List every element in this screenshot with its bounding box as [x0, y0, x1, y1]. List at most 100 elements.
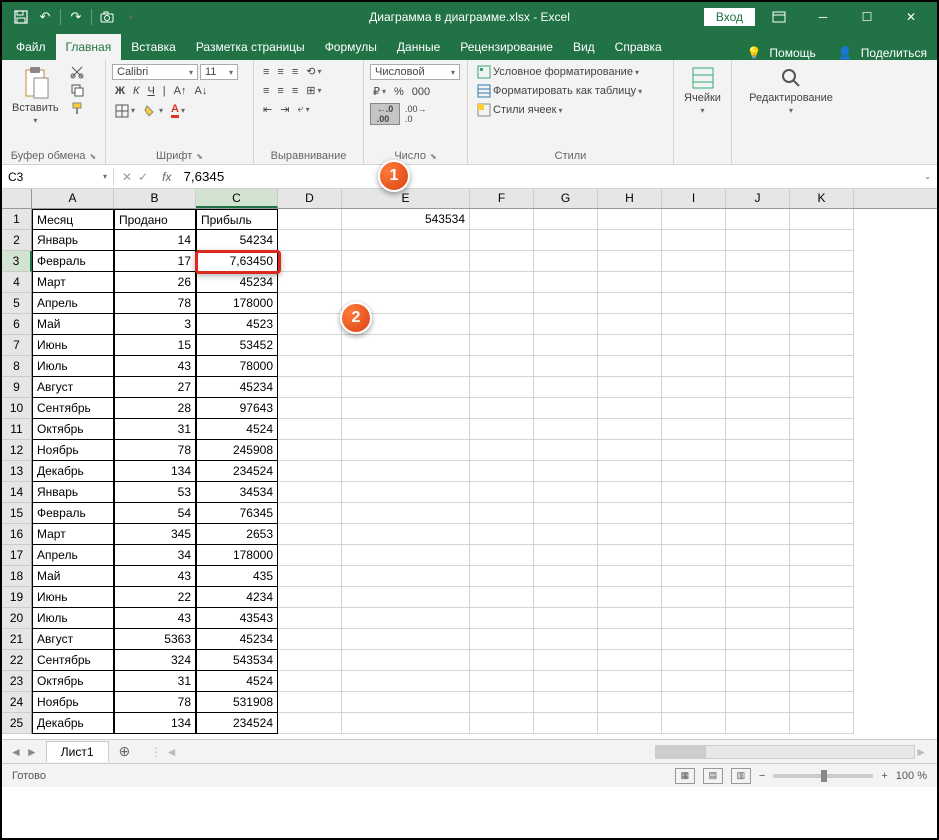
- col-header[interactable]: H: [598, 189, 662, 208]
- row-header[interactable]: 7: [2, 335, 32, 356]
- spreadsheet-grid[interactable]: A B C D E F G H I J K 123456789101112131…: [2, 189, 937, 739]
- zoom-level[interactable]: 100 %: [896, 770, 927, 782]
- cell[interactable]: [598, 314, 662, 335]
- name-box[interactable]: C3▾: [2, 168, 114, 186]
- cell[interactable]: [534, 398, 598, 419]
- save-icon[interactable]: [12, 8, 30, 26]
- cell[interactable]: [726, 482, 790, 503]
- cell[interactable]: [534, 629, 598, 650]
- cell[interactable]: [790, 524, 854, 545]
- cell[interactable]: [278, 503, 342, 524]
- tab-review[interactable]: Рецензирование: [450, 34, 563, 60]
- cell[interactable]: Август: [32, 377, 114, 398]
- cell[interactable]: [470, 209, 534, 230]
- cell[interactable]: 543534: [342, 209, 470, 230]
- cell[interactable]: [662, 293, 726, 314]
- cell[interactable]: [278, 545, 342, 566]
- cell[interactable]: [662, 440, 726, 461]
- cell[interactable]: [726, 503, 790, 524]
- cell[interactable]: [662, 587, 726, 608]
- cell[interactable]: 134: [114, 713, 196, 734]
- cell[interactable]: [598, 587, 662, 608]
- cell[interactable]: Октябрь: [32, 671, 114, 692]
- cell[interactable]: [726, 209, 790, 230]
- col-header[interactable]: J: [726, 189, 790, 208]
- cell[interactable]: [726, 587, 790, 608]
- cell[interactable]: [598, 356, 662, 377]
- cell[interactable]: [662, 482, 726, 503]
- cell[interactable]: [598, 524, 662, 545]
- formula-input[interactable]: [177, 167, 918, 186]
- cell[interactable]: 345: [114, 524, 196, 545]
- row-header[interactable]: 24: [2, 692, 32, 713]
- cell[interactable]: [726, 650, 790, 671]
- col-header[interactable]: G: [534, 189, 598, 208]
- cell[interactable]: [534, 377, 598, 398]
- cut-button[interactable]: [67, 64, 87, 80]
- cell[interactable]: 43: [114, 356, 196, 377]
- login-button[interactable]: Вход: [704, 8, 755, 26]
- cell[interactable]: 27: [114, 377, 196, 398]
- cell[interactable]: [534, 461, 598, 482]
- cell[interactable]: [342, 713, 470, 734]
- cell[interactable]: [342, 545, 470, 566]
- row-header[interactable]: 6: [2, 314, 32, 335]
- cell[interactable]: [278, 209, 342, 230]
- cell[interactable]: [534, 713, 598, 734]
- cell[interactable]: [470, 461, 534, 482]
- tab-home[interactable]: Главная: [56, 34, 122, 60]
- cell[interactable]: [726, 545, 790, 566]
- cell[interactable]: [534, 587, 598, 608]
- cell[interactable]: 531908: [196, 692, 278, 713]
- row-header[interactable]: 21: [2, 629, 32, 650]
- cell[interactable]: [278, 377, 342, 398]
- cell[interactable]: [278, 251, 342, 272]
- maximize-icon[interactable]: ☐: [847, 3, 887, 31]
- cell[interactable]: [598, 692, 662, 713]
- increase-indent-button[interactable]: ⇥: [277, 102, 292, 117]
- cell[interactable]: [726, 419, 790, 440]
- cell[interactable]: [278, 293, 342, 314]
- row-header[interactable]: 2: [2, 230, 32, 251]
- cell[interactable]: [534, 209, 598, 230]
- cell[interactable]: 234524: [196, 461, 278, 482]
- cell[interactable]: [598, 398, 662, 419]
- align-top-button[interactable]: ≡: [260, 64, 272, 79]
- cell[interactable]: 3: [114, 314, 196, 335]
- cell[interactable]: 234524: [196, 713, 278, 734]
- zoom-in-button[interactable]: +: [881, 770, 887, 782]
- cell[interactable]: [662, 545, 726, 566]
- cell[interactable]: [470, 629, 534, 650]
- cell[interactable]: [470, 482, 534, 503]
- cell[interactable]: 54: [114, 503, 196, 524]
- cell[interactable]: [662, 314, 726, 335]
- row-header[interactable]: 23: [2, 671, 32, 692]
- cell[interactable]: Апрель: [32, 545, 114, 566]
- cell[interactable]: 178000: [196, 293, 278, 314]
- cell[interactable]: [470, 356, 534, 377]
- cell[interactable]: [662, 356, 726, 377]
- cell[interactable]: [790, 713, 854, 734]
- cell[interactable]: [534, 272, 598, 293]
- tab-formulas[interactable]: Формулы: [315, 34, 387, 60]
- cell[interactable]: [278, 440, 342, 461]
- cell[interactable]: [662, 398, 726, 419]
- add-sheet-button[interactable]: ⊕: [109, 743, 141, 760]
- format-as-table-button[interactable]: Форматировать как таблицу▾: [474, 83, 645, 99]
- cell[interactable]: Январь: [32, 230, 114, 251]
- cell[interactable]: [790, 545, 854, 566]
- cell[interactable]: Июль: [32, 608, 114, 629]
- minimize-icon[interactable]: ─: [803, 3, 843, 31]
- cell[interactable]: 53: [114, 482, 196, 503]
- decrease-font-button[interactable]: A↓: [191, 84, 210, 98]
- cell[interactable]: [726, 608, 790, 629]
- cell[interactable]: [662, 419, 726, 440]
- cell[interactable]: [662, 461, 726, 482]
- tab-view[interactable]: Вид: [563, 34, 605, 60]
- row-header[interactable]: 4: [2, 272, 32, 293]
- col-header[interactable]: K: [790, 189, 854, 208]
- cell[interactable]: 34534: [196, 482, 278, 503]
- cell[interactable]: 54234: [196, 230, 278, 251]
- cell[interactable]: [790, 629, 854, 650]
- cell[interactable]: [662, 650, 726, 671]
